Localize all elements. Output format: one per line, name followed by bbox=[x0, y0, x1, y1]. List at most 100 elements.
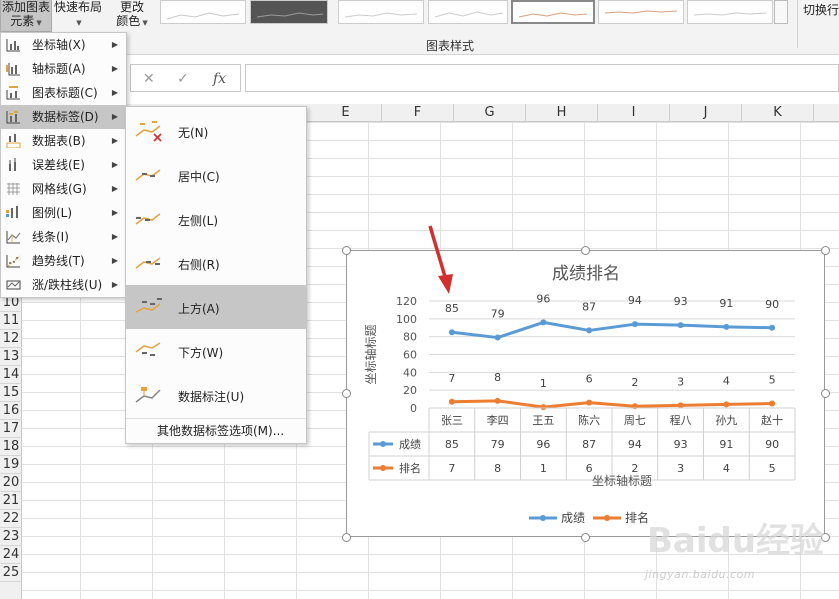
formula-controls: ✕ ✓ fx bbox=[130, 64, 241, 92]
annotation-arrow-icon bbox=[428, 225, 453, 294]
add-chart-element-button[interactable]: 添加图表 元素 ▼ bbox=[0, 0, 52, 32]
menu-item-data-table[interactable]: 数据表(B) ▶ bbox=[1, 129, 126, 153]
chevron-right-icon: ▶ bbox=[111, 112, 118, 121]
submenu-item-left[interactable]: 左侧(L) bbox=[126, 197, 306, 241]
table-cell-value: 4 bbox=[723, 462, 730, 475]
x-category-label: 王五 bbox=[532, 414, 554, 427]
menu-item-axes[interactable]: 坐标轴(X) ▶ bbox=[1, 33, 126, 57]
x-category-label: 李四 bbox=[487, 413, 509, 427]
formula-input[interactable] bbox=[245, 64, 839, 92]
x-category-label: 陈六 bbox=[578, 413, 600, 427]
y-tick-label: 20 bbox=[403, 384, 417, 397]
line-chart: 成绩排名020406080100120坐标轴标题85 799687 94 93 91 90… bbox=[363, 264, 796, 525]
chart-object[interactable]: 成绩排名 0 20 40 60 80 100 120 坐标轴标题 85 79 96 87 94 93 91 90… bbox=[346, 250, 825, 537]
menu-item-up-down-bars[interactable]: 涨/跌柱线(U) ▶ bbox=[1, 273, 126, 297]
column-header[interactable]: E bbox=[310, 104, 382, 122]
row-header[interactable]: 11 bbox=[0, 312, 22, 330]
row-header[interactable]: 25 bbox=[0, 564, 22, 582]
series-line bbox=[451, 320, 773, 340]
column-header[interactable]: H bbox=[526, 104, 598, 122]
chart-style-thumb[interactable] bbox=[687, 0, 773, 24]
row-header[interactable]: 20 bbox=[0, 474, 22, 492]
row-header[interactable]: 22 bbox=[0, 510, 22, 528]
resize-handle[interactable] bbox=[581, 246, 590, 255]
x-category-label: 周七 bbox=[624, 414, 646, 427]
data-label: 87 bbox=[582, 300, 596, 313]
table-cell-value: 93 bbox=[674, 438, 688, 451]
style-preview-icon bbox=[166, 12, 240, 20]
gallery-scroll-button[interactable] bbox=[774, 0, 788, 24]
data-point bbox=[494, 397, 501, 404]
chart-style-thumb-selected[interactable] bbox=[511, 0, 595, 24]
data-callout-icon bbox=[135, 387, 161, 403]
row-header[interactable]: 14 bbox=[0, 366, 22, 384]
column-header[interactable]: K bbox=[742, 104, 814, 122]
add-chart-element-label-2: 元素 bbox=[10, 14, 35, 28]
submenu-item-data-callout[interactable]: 数据标注(U) bbox=[126, 373, 306, 417]
change-colors-label-1: 更改 bbox=[119, 0, 144, 14]
table-cell-value: 7 bbox=[448, 462, 455, 475]
confirm-icon[interactable]: ✓ bbox=[177, 71, 189, 87]
row-header[interactable]: 15 bbox=[0, 384, 22, 402]
insert-function-icon[interactable]: fx bbox=[213, 71, 226, 87]
row-header[interactable]: 19 bbox=[0, 456, 22, 474]
resize-handle[interactable] bbox=[342, 533, 351, 542]
data-point bbox=[631, 321, 638, 328]
menu-item-data-labels[interactable]: 数据标签(D) ▶ bbox=[1, 105, 126, 129]
quick-layout-button[interactable]: 快速布局 ▼ bbox=[52, 0, 104, 32]
menu-item-lines[interactable]: 线条(I) ▶ bbox=[1, 225, 126, 249]
row-header[interactable]: 18 bbox=[0, 438, 22, 456]
legend-label: 成绩 bbox=[561, 511, 585, 525]
resize-handle[interactable] bbox=[581, 533, 590, 542]
chevron-right-icon: ▶ bbox=[111, 40, 118, 49]
submenu-item-below[interactable]: 下方(W) bbox=[126, 329, 306, 373]
legend-marker bbox=[604, 515, 610, 521]
data-point bbox=[540, 319, 547, 326]
chevron-right-icon: ▶ bbox=[111, 136, 118, 145]
change-colors-button[interactable]: 更改 颜色 ▼ bbox=[108, 0, 156, 32]
chevron-right-icon: ▶ bbox=[111, 88, 118, 97]
column-header[interactable]: J bbox=[670, 104, 742, 122]
row-header[interactable]: 23 bbox=[0, 528, 22, 546]
row-header[interactable]: 17 bbox=[0, 420, 22, 438]
menu-item-legend[interactable]: 图例(L) ▶ bbox=[1, 201, 126, 225]
row-header[interactable]: 16 bbox=[0, 402, 22, 420]
column-header[interactable]: I bbox=[598, 104, 670, 122]
chart-style-thumb[interactable] bbox=[160, 0, 246, 24]
resize-handle[interactable] bbox=[821, 533, 830, 542]
chevron-down-icon: ▼ bbox=[142, 19, 148, 27]
resize-handle[interactable] bbox=[821, 389, 830, 398]
table-cell-value: 96 bbox=[536, 438, 550, 451]
more-data-label-options[interactable]: 其他数据标签选项(M)... bbox=[126, 418, 306, 442]
menu-item-trendline[interactable]: 趋势线(T) ▶ bbox=[1, 249, 126, 273]
x-axis-title: 坐标轴标题 bbox=[592, 473, 652, 488]
chart-style-thumb[interactable] bbox=[250, 0, 328, 24]
submenu-item-right[interactable]: 右侧(R) bbox=[126, 241, 306, 285]
legend-icon bbox=[6, 206, 18, 218]
column-header[interactable]: G bbox=[454, 104, 526, 122]
cancel-icon[interactable]: ✕ bbox=[143, 71, 155, 87]
row-header[interactable]: 13 bbox=[0, 348, 22, 366]
chart-style-thumb[interactable] bbox=[338, 0, 424, 24]
submenu-item-none[interactable]: 无(N) bbox=[126, 109, 306, 153]
chart-style-thumb[interactable] bbox=[598, 0, 684, 24]
resize-handle[interactable] bbox=[821, 246, 830, 255]
resize-handle[interactable] bbox=[342, 246, 351, 255]
submenu-item-center[interactable]: 居中(C) bbox=[126, 153, 306, 197]
chevron-right-icon: ▶ bbox=[111, 280, 118, 289]
resize-handle[interactable] bbox=[342, 389, 351, 398]
menu-item-error-bars[interactable]: 误差线(E) ▶ bbox=[1, 153, 126, 177]
menu-item-gridlines[interactable]: 网格线(G) ▶ bbox=[1, 177, 126, 201]
data-point bbox=[448, 329, 455, 336]
row-header[interactable]: 12 bbox=[0, 330, 22, 348]
table-cell-value: 85 bbox=[445, 438, 459, 451]
menu-item-axis-titles[interactable]: 轴标题(A) ▶ bbox=[1, 57, 126, 81]
switch-row-column-button[interactable]: 切换行 bbox=[803, 1, 839, 18]
column-header[interactable]: F bbox=[382, 104, 454, 122]
row-header[interactable]: 24 bbox=[0, 546, 22, 564]
menu-item-chart-title[interactable]: 图表标题(C) ▶ bbox=[1, 81, 126, 105]
submenu-item-above[interactable]: 上方(A) bbox=[126, 285, 306, 329]
chart-style-thumb[interactable] bbox=[428, 0, 508, 24]
row-header[interactable]: 21 bbox=[0, 492, 22, 510]
axis-title-icon bbox=[6, 63, 20, 76]
